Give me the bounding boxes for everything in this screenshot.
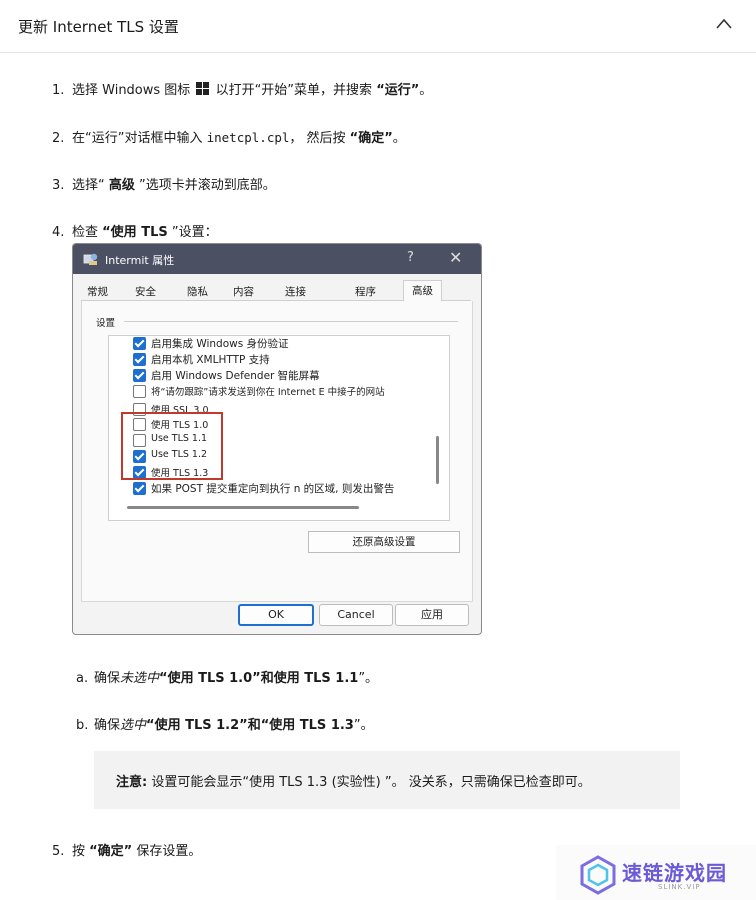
substep-b: b. 确保选中“使用 TLS 1.2”和“使用 TLS 1.3”。 [76,714,374,733]
step-bold: 高级 [108,178,135,193]
note-body: 设置可能会显示“使用 TLS 1.3 (实验性) ”。 没关系，只需确保已检查即… [147,775,591,790]
settings-group-label: 设置 [96,318,116,329]
step-number: 1. [52,83,65,98]
checkbox-checked[interactable] [133,369,146,382]
step-text: 选择“ [72,178,109,193]
tab-programs[interactable]: 程序 [355,284,376,299]
step-text: 检查 [72,225,103,240]
step-text: 按 [72,844,90,859]
restore-advanced-button[interactable]: 还原高级设置 [308,531,460,553]
step-text: 。 [392,131,406,146]
advanced-panel: 设置 启用集成 Windows 身份验证 启用本机 XMLHTTP 支持 启用 … [81,301,473,602]
tab-advanced[interactable]: 高级 [403,280,442,302]
watermark-logo-icon [580,855,616,895]
step-4: 4. 检查 “使用 TLS ”设置： [52,224,218,242]
step-number: 2. [52,131,65,146]
step-2: 2. 在“运行”对话框中输入 inetcpl.cpl， 然后按 “确定”。 [52,129,406,148]
apply-button[interactable]: 应用 [395,604,469,626]
vertical-scrollbar[interactable] [436,436,439,484]
step-3: 3. 选择“ 高级 ”选项卡并滚动到底部。 [52,177,276,195]
step-bold: “运行” [376,83,420,98]
watermark-text: 速链游戏园 [622,861,727,885]
checkbox-unchecked[interactable] [133,385,146,398]
setting-label: 如果 POST 提交重定向到执行 n 的区域, 则发出警告 [151,483,395,495]
tls-highlight-box [121,412,223,480]
cancel-button[interactable]: Cancel [319,604,393,626]
substep-bold: “使用 TLS 1.0”和使用 TLS 1.1 [159,671,359,686]
step-bold: “使用 TLS [102,225,168,240]
note-label: 注意: [116,775,148,790]
tab-privacy[interactable]: 隐私 [187,284,208,299]
tab-security[interactable]: 安全 [135,284,156,299]
dialog-titlebar: Intermit 属性 ? ✕ [73,244,481,274]
step-text: 保存设置。 [132,844,202,859]
setting-label: 将“请勿跟踪”请求发送到你在 Internet E 中接子的网站 [151,387,385,398]
setting-label: 启用 Windows Defender 智能屏幕 [151,370,320,382]
step-1: 1. 选择 Windows 图标 以打开“开始”菜单，并搜索 “运行”。 [52,82,432,100]
substep-text: ”。 [353,718,374,733]
substep-bold: “使用 TLS 1.2”和“使用 TLS 1.3 [146,718,354,733]
step-5: 5. 按 “确定” 保存设置。 [52,843,201,861]
section-header[interactable]: 更新 Internet TLS 设置 [0,0,756,53]
substep-text: ”。 [358,671,379,686]
substep-text: 确保 [94,718,121,733]
substep-text: 确保 [94,671,121,686]
inline-code: inetcpl.cpl [206,130,290,145]
horizontal-scrollbar[interactable] [127,506,359,509]
checkbox-checked[interactable] [133,353,146,366]
internet-properties-dialog: Intermit 属性 ? ✕ 常规 安全 隐私 内容 连接 程序 高级 设置 … [72,243,482,635]
step-number: 3. [52,178,65,193]
substep-emphasis: 选中 [120,718,147,733]
note-text: 注意: 设置可能会显示“使用 TLS 1.3 (实验性) ”。 没关系，只需确保… [116,771,591,790]
step-number: 5. [52,844,65,859]
windows-logo-icon [196,82,210,95]
step-text: 在“运行”对话框中输入 [72,131,207,146]
step-bold: “确定” [89,844,133,859]
checkbox-checked[interactable] [133,482,146,495]
setting-label: 启用本机 XMLHTTP 支持 [151,354,270,366]
substep-number: b. [76,718,89,733]
ok-button[interactable]: OK [238,604,314,626]
substep-emphasis: 未选中 [120,671,160,686]
tab-content[interactable]: 内容 [233,284,254,299]
step-text: ”设置： [167,225,218,240]
setting-label: 启用集成 Windows 身份验证 [151,338,289,350]
substep-number: a. [76,671,89,686]
step-text: ， 然后按 [289,131,350,146]
chevron-up-icon[interactable] [714,14,734,34]
step-text: ”选项卡并滚动到底部。 [134,178,276,193]
close-button[interactable]: ✕ [449,248,462,267]
watermark-subtext: SLINK.VIP [658,883,701,891]
dialog-title: Intermit 属性 [105,254,175,267]
note-box: 注意: 设置可能会显示“使用 TLS 1.3 (实验性) ”。 没关系，只需确保… [94,751,680,809]
settings-list[interactable]: 启用集成 Windows 身份验证 启用本机 XMLHTTP 支持 启用 Win… [108,335,450,521]
tab-connections[interactable]: 连接 [285,284,306,299]
group-divider [124,321,458,322]
dialog-tabs: 常规 安全 隐私 内容 连接 程序 高级 [81,280,471,302]
tab-general[interactable]: 常规 [87,284,108,299]
step-text: 选择 Windows 图标 [72,83,195,98]
step-number: 4. [52,225,65,240]
step-bold: “确定” [349,131,393,146]
help-button[interactable]: ? [407,250,414,265]
step-text: 以打开“开始”菜单，并搜索 [211,83,377,98]
step-text: 。 [419,83,433,98]
substep-a: a. 确保未选中“使用 TLS 1.0”和使用 TLS 1.1”。 [76,667,378,686]
section-title: 更新 Internet TLS 设置 [18,18,179,36]
checkbox-checked[interactable] [133,337,146,350]
watermark: 速链游戏园 SLINK.VIP [556,845,756,900]
internet-options-icon [83,253,98,265]
